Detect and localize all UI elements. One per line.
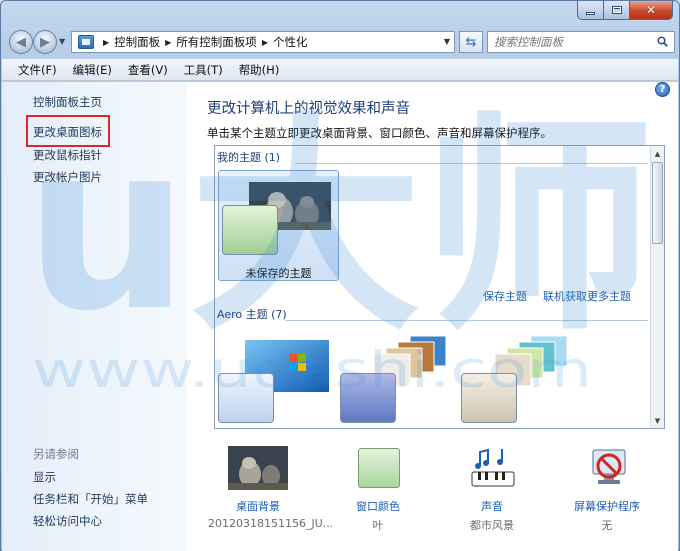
aero-theme-characters[interactable] [461,328,579,428]
change-mouse-pointers-link[interactable]: 更改鼠标指针 [33,147,102,163]
ease-of-access-link[interactable]: 轻松访问中心 [33,513,102,529]
themes-scrollbar[interactable]: ▲ ▼ [650,146,664,428]
themes-list: 我的主题 (1) 未保存的主题 保存主题 联机获取更多主题 Aero 主题 (7… [214,145,665,429]
refresh-icon: ⇆ [465,34,477,50]
control-panel-home-link[interactable]: 控制面板主页 [33,94,102,110]
close-icon: ✕ [645,3,657,17]
taskbar-start-menu-link[interactable]: 任务栏和「开始」菜单 [33,491,148,507]
display-link[interactable]: 显示 [33,469,56,485]
breadcrumb-separator-icon[interactable]: ▶ [165,38,171,47]
kitten-wallpaper-thumbnail [228,446,288,490]
breadcrumb-personalization[interactable]: 个性化 [273,34,308,50]
control-panel-icon [78,35,94,49]
screen-saver-icon [592,449,626,484]
breadcrumb-separator-icon[interactable]: ▶ [262,38,268,47]
back-arrow-icon: ◀ [16,34,26,50]
menu-tools[interactable]: 工具(T) [176,62,231,78]
forward-button[interactable]: ▶ [33,30,57,54]
window-color-label: 窗口颜色 [356,500,400,513]
maximize-icon [611,6,622,14]
scroll-up-icon[interactable]: ▲ [651,147,664,160]
page-title: 更改计算机上的视觉效果和声音 [207,101,410,117]
search-box[interactable] [487,31,675,53]
task-pane: 控制面板主页 更改桌面图标 更改鼠标指针 更改帐户图片 另请参阅 显示 任务栏和… [2,82,187,551]
maximize-button[interactable] [604,1,630,20]
see-also-caption: 另请参阅 [33,447,79,461]
refresh-button[interactable]: ⇆ [459,31,483,53]
desktop-background-value: 20120318151156_JU... [208,517,334,530]
sounds-icon [471,448,515,487]
minimize-icon [586,12,595,15]
sounds-label: 声音 [481,500,503,513]
aero-theme-windows[interactable] [218,328,336,428]
section-divider [285,320,648,321]
close-button[interactable]: ✕ [630,1,673,20]
main-pane: ? 更改计算机上的视觉效果和声音 单击某个主题立即更改桌面背景、窗口颜色、声音和… [187,82,678,551]
highlight-box [26,115,110,147]
desktop-background-label: 桌面背景 [236,500,280,513]
unsaved-theme-card[interactable]: 未保存的主题 [218,170,339,281]
breadcrumb-control-panel[interactable]: 控制面板 [114,34,160,50]
help-icon[interactable]: ? [655,82,670,97]
address-dropdown[interactable]: ▼ [444,37,450,46]
menu-bar: 文件(F) 编辑(E) 查看(V) 工具(T) 帮助(H) [2,59,678,81]
search-icon[interactable] [657,36,668,47]
window-color-value: 叶 [372,519,384,532]
section-divider [295,163,648,164]
scroll-thumb[interactable] [652,162,663,244]
page-subtitle: 单击某个主题立即更改桌面背景、窗口颜色、声音和屏幕保护程序。 [207,126,552,140]
window-color-swatch [461,373,517,423]
menu-edit[interactable]: 编辑(E) [65,62,120,78]
window-color-swatch [358,448,400,488]
recent-pages-dropdown[interactable]: ▼ [59,37,65,46]
explorer-window: ✕ ◀ ▶ ▼ ▶ 控制面板 ▶ 所有控制面板项 ▶ 个性化 ▼ ⇆ 文件(F)… [0,0,680,551]
address-bar[interactable]: ▶ 控制面板 ▶ 所有控制面板项 ▶ 个性化 ▼ [71,31,455,53]
get-more-themes-link[interactable]: 联机获取更多主题 [543,288,631,304]
navigation-bar: ◀ ▶ ▼ ▶ 控制面板 ▶ 所有控制面板项 ▶ 个性化 ▼ ⇆ [7,29,675,55]
window-color-swatch [340,373,396,423]
breadcrumb-all-items[interactable]: 所有控制面板项 [176,34,257,50]
menu-view[interactable]: 查看(V) [120,62,176,78]
aero-themes-header: Aero 主题 (7) [217,308,287,321]
aero-theme-architecture[interactable] [340,328,458,428]
save-theme-link[interactable]: 保存主题 [483,288,527,304]
my-themes-header: 我的主题 (1) [217,151,281,164]
screen-saver-value: 无 [601,519,613,532]
search-input[interactable] [488,35,648,49]
menu-file[interactable]: 文件(F) [10,62,65,78]
change-account-picture-link[interactable]: 更改帐户图片 [33,169,102,185]
breadcrumb-separator-icon[interactable]: ▶ [103,38,109,47]
minimize-button[interactable] [577,1,604,20]
forward-arrow-icon: ▶ [40,34,50,50]
menu-help[interactable]: 帮助(H) [231,62,288,78]
caption-buttons: ✕ [577,1,673,20]
window-color-swatch [222,205,278,255]
scroll-down-icon[interactable]: ▼ [651,414,664,427]
back-button[interactable]: ◀ [9,30,33,54]
window-color-swatch [218,373,274,423]
sounds-value: 都市风景 [470,519,514,532]
content-area: 控制面板主页 更改桌面图标 更改鼠标指针 更改帐户图片 另请参阅 显示 任务栏和… [2,82,678,551]
screen-saver-label: 屏幕保护程序 [574,500,640,513]
unsaved-theme-label: 未保存的主题 [245,267,312,280]
